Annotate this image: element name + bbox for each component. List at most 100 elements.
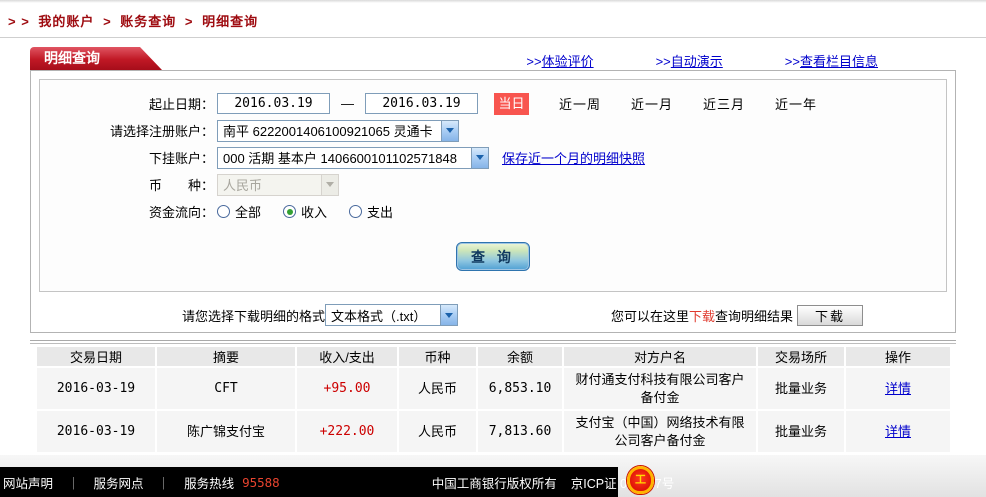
detail-link[interactable]: 详情 (885, 424, 911, 439)
account-row: 请选择注册账户： 南平 6222001406100921065 灵通卡 (40, 117, 946, 144)
flow-row: 资金流向： 全部 收入 支出 (40, 198, 946, 225)
table-row: 2016-03-19 陈广锦支付宝 +222.00 人民币 7,813.60 支… (37, 411, 950, 452)
hotline-label: 服务热线 (184, 473, 234, 492)
cell-counterparty: 支付宝（中国）网络技术有限公司客户备付金 (564, 411, 756, 452)
date-dash: — (341, 96, 354, 111)
breadcrumb-prefix-icon: > > (8, 14, 30, 29)
footer-link-service-outlets[interactable]: 服务网点 (94, 473, 144, 492)
emblem-glyph: 工 (635, 475, 646, 486)
footer-separator: ｜ (158, 473, 171, 492)
save-snapshot-link[interactable]: 保存近一个月的明细快照 (502, 148, 645, 167)
link-label: 体验评价 (542, 54, 594, 69)
link-column-info[interactable]: >>查看栏目信息 (785, 51, 878, 70)
tab-detail-query[interactable]: 明细查询 (30, 47, 162, 70)
footer-separator: ｜ (67, 473, 80, 492)
date-from-input[interactable] (217, 93, 330, 114)
cell-balance: 7,813.60 (478, 411, 562, 452)
sub-account-row: 下挂账户： 000 活期 基本户 1406600101102571848 保存近… (40, 144, 946, 171)
currency-select: 人民币 (217, 174, 339, 196)
flow-label: 资金流向： (40, 202, 214, 221)
date-range-row: 起止日期： — 当日 近一周 近一月 近三月 近一年 (40, 90, 946, 117)
copyright-text: 中国工商银行版权所有 (432, 473, 557, 492)
cell-balance: 6,853.10 (478, 368, 562, 409)
col-action: 操作 (846, 347, 950, 366)
col-summary: 摘要 (157, 347, 295, 366)
download-format-label: 请您选择下载明细的格式 (182, 306, 325, 325)
cell-currency: 人民币 (399, 368, 476, 409)
chevrons-icon: >> (656, 54, 671, 69)
dropdown-arrow-icon (321, 175, 338, 195)
hint-suffix: 查询明细结果 (715, 309, 793, 324)
breadcrumb-separator: > (185, 14, 194, 29)
cell-date: 2016-03-19 (37, 411, 155, 452)
cell-summary: 陈广锦支付宝 (157, 411, 295, 452)
breadcrumb-item-my-account[interactable]: 我的账户 (38, 14, 94, 29)
range-last-quarter[interactable]: 近三月 (703, 94, 745, 113)
col-date: 交易日期 (37, 347, 155, 366)
flow-option-all[interactable]: 全部 (217, 202, 261, 221)
chevrons-icon: >> (526, 54, 541, 69)
query-form: 起止日期： — 当日 近一周 近一月 近三月 近一年 请选择注册账户： 南平 6… (39, 79, 947, 292)
flow-option-income[interactable]: 收入 (283, 202, 327, 221)
icp-number: 京ICP证 030247号 (571, 473, 675, 492)
dropdown-arrow-icon (440, 305, 457, 325)
cell-amount: +95.00 (297, 368, 397, 409)
radio-icon[interactable] (349, 205, 362, 218)
breadcrumb-separator: > (103, 14, 112, 29)
flow-option-expense-label: 支出 (367, 202, 393, 221)
table-divider (30, 340, 956, 344)
link-label: 查看栏目信息 (800, 54, 878, 69)
flow-option-all-label: 全部 (235, 202, 261, 221)
query-button[interactable]: 查 询 (456, 242, 530, 271)
date-to-input[interactable] (365, 93, 478, 114)
radio-checked-icon[interactable] (283, 205, 296, 218)
header-links: >>体验评价 >>自动演示 >>查看栏目信息 (464, 51, 956, 70)
flow-option-income-label: 收入 (301, 202, 327, 221)
flow-option-expense[interactable]: 支出 (349, 202, 393, 221)
sub-account-label: 下挂账户： (40, 148, 214, 167)
download-row: 请您选择下载明细的格式 文本格式（.txt） 您可以在这里下载查询明细结果 下载 (31, 300, 955, 332)
currency-label: 币 种： (40, 175, 214, 194)
footer-link-site-statement[interactable]: 网站声明 (3, 473, 53, 492)
col-channel: 交易场所 (758, 347, 844, 366)
download-format-value: 文本格式（.txt） (326, 306, 440, 325)
footer: 网站声明 ｜ 服务网点 ｜ 服务热线 95588 中国工商银行版权所有 京ICP… (0, 455, 986, 497)
hint-download-word: 下载 (689, 309, 715, 324)
download-format-select[interactable]: 文本格式（.txt） (325, 304, 458, 326)
download-hint: 您可以在这里下载查询明细结果 (611, 306, 793, 325)
sub-account-value: 000 活期 基本户 1406600101102571848 (218, 148, 471, 167)
link-auto-demo[interactable]: >>自动演示 (656, 51, 723, 70)
transaction-table: 交易日期 摘要 收入/支出 币种 余额 对方户名 交易场所 操作 2016-03… (35, 345, 952, 454)
tab-row: 明细查询 >>体验评价 >>自动演示 >>查看栏目信息 (30, 47, 956, 70)
col-counterparty: 对方户名 (564, 347, 756, 366)
cell-counterparty: 财付通支付科技有限公司客户备付金 (564, 368, 756, 409)
radio-icon[interactable] (217, 205, 230, 218)
col-balance: 余额 (478, 347, 562, 366)
link-experience-review[interactable]: >>体验评价 (526, 51, 593, 70)
hint-prefix: 您可以在这里 (611, 309, 689, 324)
page-root: > > 我的账户 > 账务查询 > 明细查询 明细查询 >>体验评价 >>自动演… (0, 0, 986, 454)
detail-link[interactable]: 详情 (885, 381, 911, 396)
registered-account-select[interactable]: 南平 6222001406100921065 灵通卡 (217, 120, 459, 142)
cell-channel: 批量业务 (758, 368, 844, 409)
download-button[interactable]: 下载 (797, 305, 863, 326)
sub-account-select[interactable]: 000 活期 基本户 1406600101102571848 (217, 147, 489, 169)
account-label: 请选择注册账户： (40, 121, 214, 140)
footer-bar: 网站声明 ｜ 服务网点 ｜ 服务热线 95588 中国工商银行版权所有 京ICP… (0, 467, 618, 497)
dropdown-arrow-icon (471, 148, 488, 168)
range-last-year[interactable]: 近一年 (775, 94, 817, 113)
hotline-number: 95588 (242, 475, 280, 490)
breadcrumb-item-detail-query[interactable]: 明细查询 (202, 14, 258, 29)
range-last-month[interactable]: 近一月 (631, 94, 673, 113)
cell-currency: 人民币 (399, 411, 476, 452)
cell-channel: 批量业务 (758, 411, 844, 452)
date-range-label: 起止日期： (40, 94, 214, 113)
icbc-emblem-icon: 工 (627, 466, 654, 494)
breadcrumb-item-account-query[interactable]: 账务查询 (120, 14, 176, 29)
col-currency: 币种 (399, 347, 476, 366)
registered-account-value: 南平 6222001406100921065 灵通卡 (218, 121, 441, 140)
table-header-row: 交易日期 摘要 收入/支出 币种 余额 对方户名 交易场所 操作 (37, 347, 950, 366)
range-last-week[interactable]: 近一周 (559, 94, 601, 113)
cell-summary: CFT (157, 368, 295, 409)
today-button[interactable]: 当日 (494, 93, 529, 115)
